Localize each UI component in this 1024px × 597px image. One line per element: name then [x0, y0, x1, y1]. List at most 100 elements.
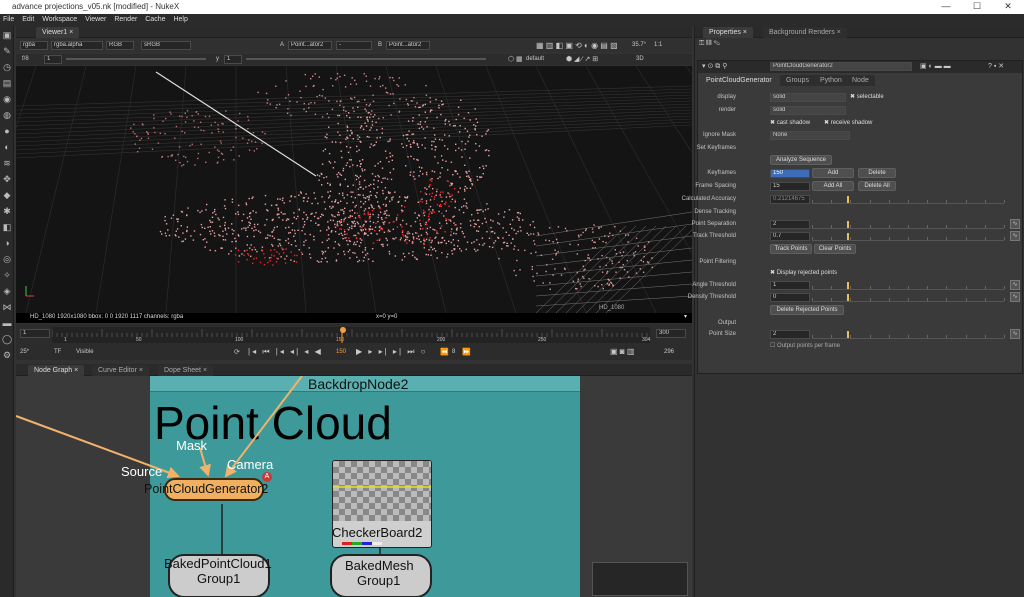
tab-properties[interactable]: Properties ×	[703, 27, 753, 38]
curve-icon[interactable]: ∿	[1010, 231, 1020, 241]
transport-buttons-right[interactable]: ▶ ▸ ▸| ▸| ⏭ ○	[356, 347, 428, 357]
angle-threshold-field[interactable]: 1	[770, 281, 810, 290]
subtab-groups[interactable]: Groups	[780, 75, 815, 86]
playhead-marker[interactable]	[340, 327, 346, 333]
frame-field[interactable]: 1	[44, 55, 62, 64]
panel-tool-icons[interactable]: ▾ ⊙ ⧉ ⚲	[702, 62, 727, 71]
alpha-dropdown[interactable]: rgba.alpha	[51, 41, 103, 50]
step-field[interactable]: 8	[452, 349, 455, 355]
node-graph-minimap[interactable]	[592, 562, 688, 596]
merge-icon[interactable]: ◐	[2, 142, 12, 152]
channel-dropdown[interactable]: rgba	[20, 41, 48, 50]
pin-icon[interactable]: ✎	[714, 40, 720, 47]
views-icon[interactable]: ◑	[2, 238, 12, 248]
cast-shadow-checkbox[interactable]: ✖ cast shadow	[770, 119, 810, 126]
layers-icon[interactable]: ≋	[2, 158, 12, 168]
flipbook-icons[interactable]: ▣ ◙ ▥	[610, 347, 634, 356]
menu-file[interactable]: File	[0, 14, 17, 25]
channel-icon[interactable]: ▤	[2, 78, 12, 88]
menu-render[interactable]: Render	[111, 14, 140, 25]
gamma-field[interactable]: 1	[224, 55, 242, 64]
rgb-dropdown[interactable]: RGB	[106, 41, 134, 50]
density-threshold-slider[interactable]	[812, 292, 1005, 302]
analyze-sequence-button[interactable]: Analyze Sequence	[770, 155, 832, 165]
gamma-slider[interactable]	[246, 58, 486, 60]
slider-handle[interactable]	[846, 196, 849, 203]
curve-icon[interactable]: ∿	[1010, 292, 1020, 302]
gear-icon[interactable]: ⚙	[2, 350, 12, 360]
skip-icon[interactable]: ⏪	[440, 348, 449, 356]
timeline-end-field[interactable]: 300	[656, 329, 686, 338]
track-points-button[interactable]: Track Points	[770, 244, 812, 254]
timeline-start-field[interactable]: 1	[20, 329, 50, 338]
slider-handle[interactable]	[846, 233, 849, 240]
subtab-python[interactable]: Python	[814, 75, 848, 86]
gain-slider[interactable]	[66, 58, 206, 60]
track-threshold-slider[interactable]	[812, 231, 1005, 241]
menu-workspace[interactable]: Workspace	[39, 14, 80, 25]
toolsets-icon[interactable]: ✧	[2, 270, 12, 280]
slider-handle[interactable]	[846, 282, 849, 289]
draw-icon[interactable]: ✎	[2, 46, 12, 56]
slider-handle[interactable]	[846, 294, 849, 301]
fstop-value[interactable]: f/8	[22, 56, 29, 62]
curve-icon[interactable]: ∿	[1010, 280, 1020, 290]
clear-icon[interactable]: ▥	[706, 40, 711, 47]
lock-icon[interactable]: ⚿	[699, 40, 704, 47]
node-graph[interactable]: BackdropNode2 Point Cloud Mask Source Ca…	[16, 376, 692, 597]
visible-dropdown[interactable]: Visible	[76, 349, 94, 355]
selectable-checkbox[interactable]: ✖ selectable	[850, 93, 884, 100]
filter-icon[interactable]: ◍	[2, 110, 12, 120]
minimize-button[interactable]: —	[931, 0, 961, 14]
view-tool-icons[interactable]: ⬡ ▦	[508, 55, 523, 63]
close-icon[interactable]: ×	[69, 29, 73, 36]
node-name-field[interactable]: PointCloudGenerator2	[770, 62, 912, 71]
transport-buttons-left[interactable]: |◂ ⏮ |◂ ◂| ◂ ◀	[248, 347, 323, 357]
end-frame-box[interactable]: 296	[664, 349, 674, 355]
other-icon[interactable]: ◈	[2, 286, 12, 296]
track-threshold-field[interactable]: 0.7	[770, 232, 810, 241]
subtab-pointcloudgenerator[interactable]: PointCloudGenerator	[700, 75, 778, 86]
close-button[interactable]: ✕	[993, 0, 1023, 14]
fps-dropdown[interactable]: 25*	[20, 349, 29, 355]
a-input-dropdown[interactable]: Point...ator2	[288, 41, 332, 50]
curve-icon[interactable]: ∿	[1010, 219, 1020, 229]
sync-icon[interactable]: ⟳	[234, 348, 240, 356]
time-icon[interactable]: ◷	[2, 62, 12, 72]
tab-node-graph[interactable]: Node Graph ×	[28, 365, 85, 376]
color-icon[interactable]: ◉	[2, 94, 12, 104]
view-mode-dropdown[interactable]: 3D	[636, 56, 644, 62]
menu-edit[interactable]: Edit	[19, 14, 37, 25]
add-keyframe-button[interactable]: Add	[812, 168, 854, 178]
menu-viewer[interactable]: Viewer	[82, 14, 109, 25]
point-separation-field[interactable]: 2	[770, 220, 810, 229]
keyer-icon[interactable]: ●	[2, 126, 12, 136]
delete-rejected-button[interactable]: Delete Rejected Points	[770, 305, 844, 315]
menu-cache[interactable]: Cache	[142, 14, 168, 25]
close-icon[interactable]: ×	[743, 29, 747, 36]
close-icon[interactable]: ×	[837, 29, 841, 36]
frame-spacing-field[interactable]: 15	[770, 182, 810, 191]
transform-icon[interactable]: ✥	[2, 174, 12, 184]
deep-icon[interactable]: ◧	[2, 222, 12, 232]
colorspace-dropdown[interactable]: sRGB	[141, 41, 191, 50]
camera-tool-icons[interactable]: ⬢ ◢ ∕ ↗ ⊞	[566, 55, 598, 63]
tab-background-renders[interactable]: Background Renders ×	[763, 27, 847, 38]
panel-window-icons[interactable]: ? ▪ ✕	[988, 62, 1004, 70]
maximize-button[interactable]: ☐	[962, 0, 992, 14]
close-icon[interactable]: ×	[139, 367, 143, 374]
clear-points-button[interactable]: Clear Points	[814, 244, 856, 254]
ignore-mask-dropdown[interactable]: None	[770, 131, 850, 140]
ofx-icon[interactable]: ▬	[2, 318, 12, 328]
close-icon[interactable]: ×	[74, 367, 78, 374]
display-dropdown[interactable]: solid	[770, 93, 846, 102]
density-threshold-field[interactable]: 0	[770, 293, 810, 302]
current-frame-field[interactable]: 150	[336, 349, 346, 355]
add-all-button[interactable]: Add All	[812, 181, 854, 191]
delete-all-button[interactable]: Delete All	[858, 181, 896, 191]
delete-keyframe-button[interactable]: Delete	[858, 168, 896, 178]
slider-handle[interactable]	[846, 331, 849, 338]
menu-help[interactable]: Help	[170, 14, 190, 25]
furnace-icon[interactable]: ⋈	[2, 302, 12, 312]
point-size-slider[interactable]	[812, 329, 1005, 339]
